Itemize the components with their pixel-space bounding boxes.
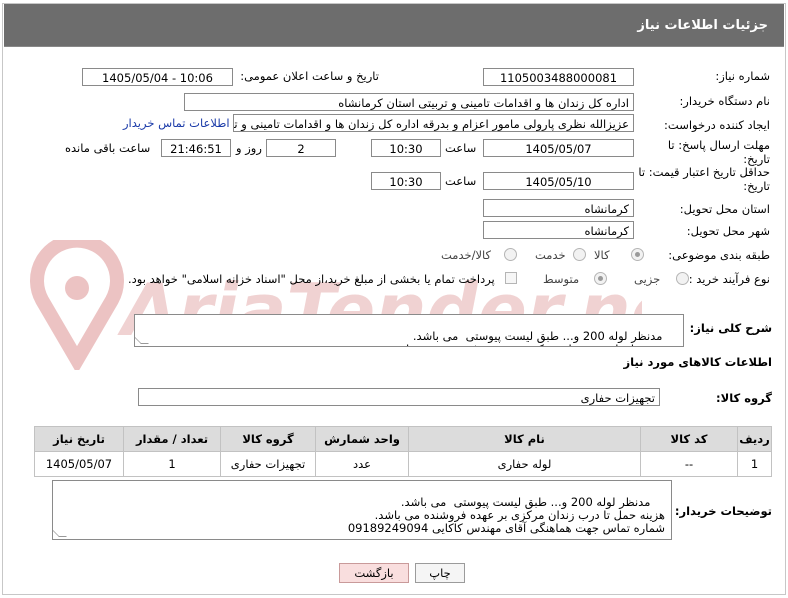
need-number-label: شماره نیاز: <box>715 69 770 83</box>
city-label: شهر محل تحویل: <box>686 224 770 238</box>
days-label: روز و <box>236 141 262 155</box>
buyer-notes-textarea[interactable]: مدنظر لوله 200 و... طبق لیست پیوستی می ب… <box>52 480 672 540</box>
goods-section-title: اطلاعات کالاهای مورد نیاز <box>623 355 772 369</box>
col-header-item-name: نام کالا <box>408 426 641 452</box>
cell-item-name: لوله حفاری <box>408 451 641 477</box>
buyer-notes-text: مدنظر لوله 200 و... طبق لیست پیوستی می ب… <box>347 495 665 535</box>
city-field: کرمانشاه <box>483 221 634 239</box>
treasury-payment-note: پرداخت تمام یا بخشی از مبلغ خرید،از محل … <box>128 272 495 286</box>
announce-date-field: 1405/05/04 - 10:06 <box>82 68 233 86</box>
back-button[interactable]: بازگشت <box>339 563 409 583</box>
resize-grip-icon[interactable] <box>135 336 149 344</box>
col-header-goods-group: گروه کالا <box>220 426 316 452</box>
category-goods-service-label: کالا/خدمت <box>441 248 492 262</box>
col-header-item-code: کد کالا <box>640 426 738 452</box>
cell-quantity: 1 <box>123 451 221 477</box>
table-row: 1 -- لوله حفاری عدد تجهیزات حفاری 1 1405… <box>34 451 772 477</box>
category-goods-radio[interactable] <box>631 248 644 261</box>
category-goods-service-radio[interactable] <box>504 248 517 261</box>
process-minor-label: جزیی <box>634 272 661 286</box>
print-button[interactable]: چاپ <box>415 563 465 583</box>
remaining-time-label: ساعت باقی مانده <box>65 141 151 155</box>
remaining-time-field: 21:46:51 <box>161 139 231 157</box>
page: جزئیات اطلاعات نیاز AriaTender.neT شماره… <box>0 0 788 598</box>
cell-item-code: -- <box>640 451 738 477</box>
description-textarea[interactable]: مدنظر لوله 200 و... طبق لیست پیوستی می ب… <box>134 314 684 347</box>
creator-label: ایجاد کننده درخواست: <box>664 118 770 132</box>
goods-group-field: تجهیزات حفاری <box>138 388 660 406</box>
category-label: طبقه بندی موضوعی: <box>668 248 770 262</box>
cell-unit: عدد <box>315 451 409 477</box>
process-type-label: نوع فرآیند خرید : <box>688 272 770 286</box>
province-label: استان محل تحویل: <box>679 202 770 216</box>
process-medium-radio[interactable] <box>594 272 607 285</box>
cell-row-number: 1 <box>737 451 772 477</box>
category-service-label: خدمت <box>535 248 566 262</box>
price-time-label: ساعت <box>445 174 477 188</box>
col-header-need-date: تاریخ نیاز <box>34 426 124 452</box>
process-minor-radio[interactable] <box>676 272 689 285</box>
treasury-payment-checkbox[interactable] <box>505 272 517 284</box>
creator-field: عزیزالله نظری پارولی مامور اعزام و بدرقه… <box>233 114 634 132</box>
price-time-field: 10:30 <box>371 172 441 190</box>
need-number-field: 1105003488000081 <box>483 68 634 86</box>
buyer-org-field: اداره کل زندان ها و اقدامات تامینی و ترب… <box>184 93 634 111</box>
province-field: کرمانشاه <box>483 199 634 217</box>
buyer-notes-label: توضیحات خریدار: <box>674 504 772 518</box>
description-label: شرح کلی نیاز: <box>689 321 772 335</box>
announce-date-label: تاریخ و ساعت اعلان عمومی: <box>240 69 379 83</box>
process-medium-label: متوسط <box>543 272 580 286</box>
resize-grip-icon[interactable] <box>53 529 67 537</box>
category-goods-label: کالا <box>594 248 610 262</box>
price-date-field: 1405/05/10 <box>483 172 634 190</box>
col-header-row-number: ردیف <box>737 426 772 452</box>
reply-deadline-label: مهلت ارسال پاسخ: تا تاریخ: <box>667 138 770 166</box>
reply-time-label: ساعت <box>445 141 477 155</box>
reply-date-field: 1405/05/07 <box>483 139 634 157</box>
buyer-contact-link[interactable]: اطلاعات تماس خریدار <box>123 116 230 130</box>
goods-table: ردیف کد کالا نام کالا واحد شمارش گروه کا… <box>34 426 772 477</box>
category-service-radio[interactable] <box>573 248 586 261</box>
panel-header: جزئیات اطلاعات نیاز <box>4 4 784 47</box>
price-deadline-label: حداقل تاریخ اعتبار قیمت: تا تاریخ: <box>638 165 770 193</box>
cell-need-date: 1405/05/07 <box>34 451 124 477</box>
page-title: جزئیات اطلاعات نیاز <box>637 18 768 33</box>
description-text: مدنظر لوله 200 و... طبق لیست پیوستی می ب… <box>387 329 677 347</box>
reply-time-field: 10:30 <box>371 139 441 157</box>
col-header-unit: واحد شمارش <box>315 426 409 452</box>
days-field: 2 <box>266 139 336 157</box>
table-header-row: ردیف کد کالا نام کالا واحد شمارش گروه کا… <box>34 426 772 452</box>
goods-group-label: گروه کالا: <box>716 391 772 405</box>
buyer-org-label: نام دستگاه خریدار: <box>679 94 770 108</box>
cell-goods-group: تجهیزات حفاری <box>220 451 316 477</box>
col-header-quantity: تعداد / مقدار <box>123 426 221 452</box>
